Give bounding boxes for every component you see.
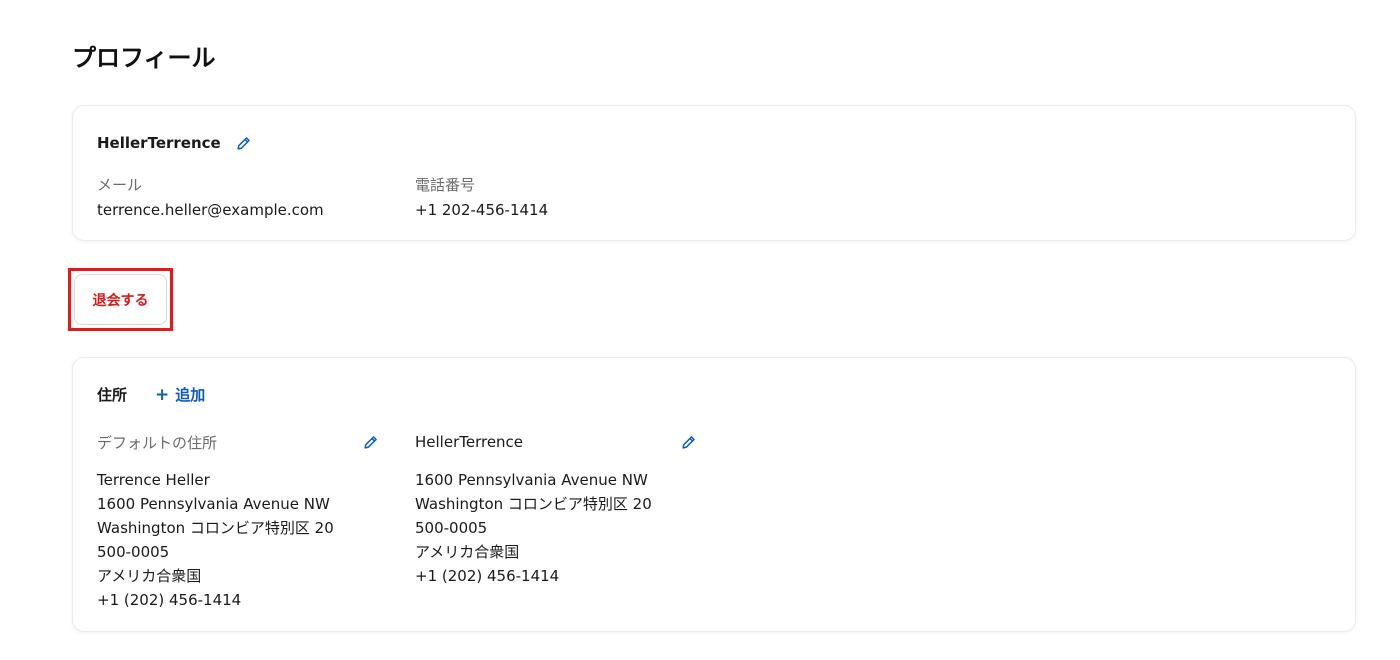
edit-address-button[interactable] — [679, 433, 697, 451]
address-item-secondary: HellerTerrence 1600 Pennsylvania Avenue … — [415, 432, 697, 588]
address-header: 住所 + 追加 — [97, 384, 205, 405]
address-card: 住所 + 追加 デフォルトの住所 Terrence Heller 1600 Pe… — [72, 357, 1356, 632]
address-lines: 1600 Pennsylvania Avenue NW Washington コ… — [415, 468, 697, 588]
edit-profile-button[interactable] — [235, 134, 253, 152]
email-value: terrence.heller@example.com — [97, 201, 324, 219]
pencil-icon — [363, 435, 377, 449]
pencil-icon — [237, 136, 250, 150]
address-line: Terrence Heller — [97, 471, 210, 489]
address-line: 500-0005 — [97, 543, 170, 561]
edit-address-button[interactable] — [361, 433, 379, 451]
profile-name-row: HellerTerrence — [97, 134, 253, 152]
add-address-label: 追加 — [175, 386, 206, 404]
address-line: 500-0005 — [415, 519, 488, 537]
phone-label: 電話番号 — [415, 176, 476, 194]
withdraw-button-highlight: 退会する — [68, 268, 173, 331]
address-line: アメリカ合衆国 — [415, 543, 520, 561]
phone-value: +1 202-456-1414 — [415, 201, 549, 219]
profile-name: HellerTerrence — [97, 134, 221, 152]
address-heading: HellerTerrence — [415, 433, 524, 451]
address-title: 住所 — [97, 386, 128, 404]
address-line: アメリカ合衆国 — [97, 567, 202, 585]
address-heading: デフォルトの住所 — [97, 433, 218, 452]
address-line: 1600 Pennsylvania Avenue NW — [415, 471, 648, 489]
address-item-header: HellerTerrence — [415, 432, 697, 452]
profile-card: HellerTerrence メール terrence.heller@examp… — [72, 105, 1356, 241]
add-address-button[interactable]: + 追加 — [155, 384, 205, 405]
page-title: プロフィール — [72, 44, 216, 72]
address-line: +1 (202) 456-1414 — [415, 567, 560, 585]
plus-icon: + — [155, 384, 170, 405]
withdraw-button[interactable]: 退会する — [74, 274, 167, 325]
address-line: +1 (202) 456-1414 — [97, 591, 242, 609]
email-label: メール — [97, 176, 143, 194]
address-line: Washington コロンビア特別区 20 — [415, 495, 652, 513]
address-item-default: デフォルトの住所 Terrence Heller 1600 Pennsylvan… — [97, 432, 379, 612]
address-item-header: デフォルトの住所 — [97, 432, 379, 452]
address-line: 1600 Pennsylvania Avenue NW — [97, 495, 330, 513]
phone-field: 電話番号 +1 202-456-1414 — [415, 174, 548, 219]
address-line: Washington コロンビア特別区 20 — [97, 519, 334, 537]
email-field: メール terrence.heller@example.com — [97, 174, 324, 219]
pencil-icon — [681, 435, 695, 449]
address-lines: Terrence Heller 1600 Pennsylvania Avenue… — [97, 468, 379, 612]
